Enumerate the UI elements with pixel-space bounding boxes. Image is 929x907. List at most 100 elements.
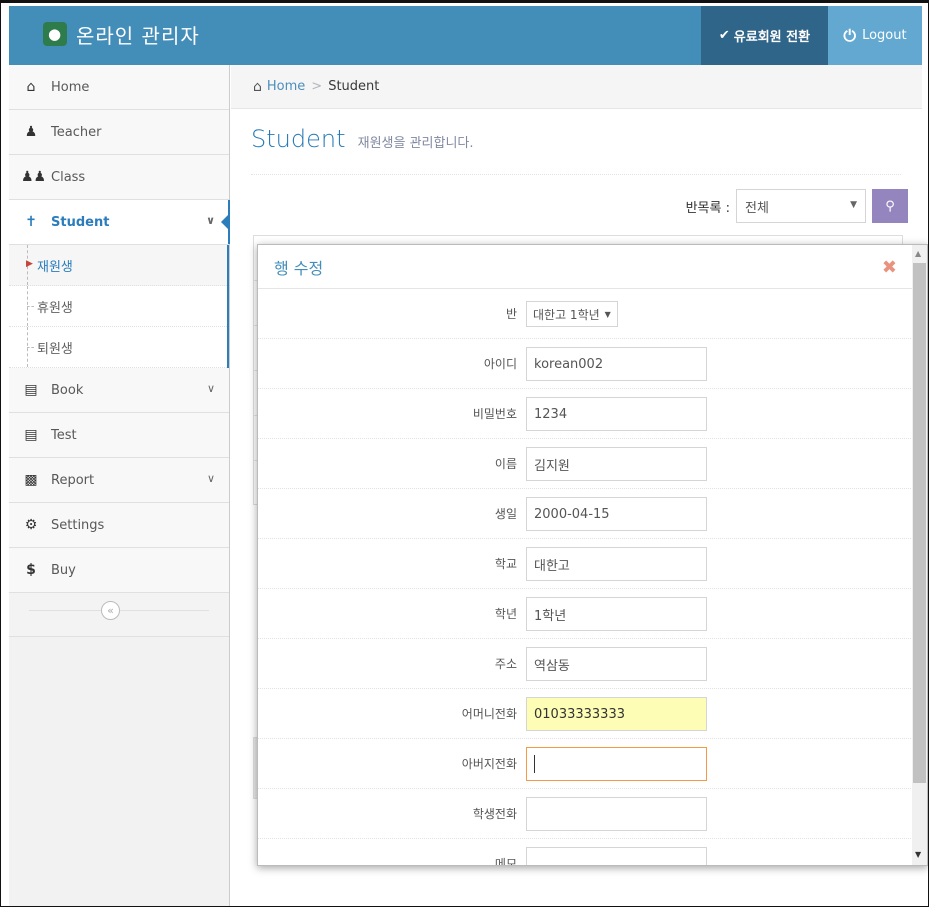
sidebar-item-class[interactable]: ♟♟ Class: [9, 155, 229, 200]
chevron-down-icon: ∨: [206, 214, 215, 227]
sidebar-item-report[interactable]: ▩ Report ∨: [9, 458, 229, 503]
form-row-password: 비밀번호 1234: [258, 389, 927, 439]
memo-input[interactable]: [526, 847, 707, 865]
sidebar-item-settings[interactable]: ⚙ Settings: [9, 503, 229, 548]
form-row-name: 이름 김지원: [258, 439, 927, 489]
active-pointer: [221, 213, 230, 231]
users-icon: ♟♟: [21, 169, 47, 185]
breadcrumb: ⌂ Home > Student: [231, 65, 922, 109]
sidebar-item-book[interactable]: ▤ Book ∨: [9, 368, 229, 413]
home-icon: ⌂: [253, 78, 262, 95]
dialog-title: 행 수정: [274, 258, 324, 278]
scroll-down-arrow-icon[interactable]: ▼: [915, 850, 921, 859]
scroll-thumb[interactable]: [913, 263, 926, 783]
student-submenu: ▶ 재원생 휴원생 퇴원생: [9, 245, 229, 368]
submenu-item-on-leave[interactable]: 휴원생: [9, 286, 227, 327]
sidebar-item-label: Home: [51, 79, 90, 95]
power-icon: ⏻: [843, 25, 857, 45]
class-select[interactable]: 대한고 1학년 ▼: [526, 301, 618, 327]
search-button[interactable]: ⚲: [872, 189, 908, 223]
password-input[interactable]: 1234: [526, 397, 707, 431]
brand-title: 온라인 관리자: [76, 23, 200, 48]
double-chevron-left-icon[interactable]: «: [101, 601, 120, 620]
edit-row-dialog: 행 수정 ✖ 반 대한고 1학년 ▼ 아이디 korean002 비밀번호 12…: [257, 244, 928, 866]
brand[interactable]: ● 온라인 관리자: [43, 19, 200, 49]
scroll-up-arrow-icon[interactable]: ▲: [915, 249, 921, 258]
sidebar: ⌂ Home ♟ Teacher ♟♟ Class ✝ Student ∨ ▶ …: [9, 65, 230, 906]
address-input[interactable]: 역삼동: [526, 647, 707, 681]
submenu-item-label: 휴원생: [37, 300, 73, 316]
filter-label: 반목록 :: [685, 200, 730, 216]
class-filter: 반목록 : 전체 ▼ ⚲: [686, 189, 908, 223]
logout-button[interactable]: ⏻ Logout: [828, 6, 922, 65]
breadcrumb-home-link[interactable]: Home: [267, 79, 305, 94]
page-subtitle: 재원생을 관리합니다.: [357, 136, 474, 151]
dialog-header: 행 수정 ✖: [258, 245, 927, 289]
sidebar-item-label: Buy: [51, 562, 76, 578]
submenu-item-label: 재원생: [37, 259, 73, 275]
sidebar-item-buy[interactable]: $ Buy: [9, 548, 229, 593]
upgrade-button[interactable]: ✔ 유료회원 전환: [701, 6, 828, 65]
form-row-memo: 메모: [258, 839, 927, 866]
dropdown-arrow-icon: ▼: [850, 200, 857, 210]
user-icon: ♟: [24, 124, 38, 140]
school-input[interactable]: 대한고: [526, 547, 707, 581]
bar-chart-icon: ▩: [24, 472, 38, 488]
field-label: 아이디: [483, 357, 517, 371]
form-row-mother-phone: 어머니전화 01033333333: [258, 689, 927, 739]
sidebar-item-label: Settings: [51, 517, 105, 533]
form-row-school: 학교 대한고: [258, 539, 927, 589]
form-row-grade: 학년 1학년: [258, 589, 927, 639]
logout-label: Logout: [862, 28, 907, 43]
id-input[interactable]: korean002: [526, 347, 707, 381]
class-select-value: 대한고 1학년: [533, 307, 600, 322]
page-header: Student 재원생을 관리합니다.: [251, 125, 901, 175]
sidebar-item-test[interactable]: ▤ Test: [9, 413, 229, 458]
submenu-item-enrolled[interactable]: ▶ 재원생: [9, 245, 227, 286]
form-row-id: 아이디 korean002: [258, 339, 927, 389]
book-icon: ▤: [24, 382, 38, 398]
field-label: 학교: [494, 557, 517, 571]
chevron-down-icon: ∨: [206, 382, 215, 395]
name-input[interactable]: 김지원: [526, 447, 707, 481]
submenu-item-withdrawn[interactable]: 퇴원생: [9, 327, 227, 368]
breadcrumb-separator: >: [311, 79, 323, 94]
field-label: 학생전화: [472, 807, 517, 821]
filter-selected-value: 전체: [745, 200, 769, 216]
breadcrumb-current: Student: [328, 79, 380, 94]
class-filter-select[interactable]: 전체 ▼: [736, 189, 866, 223]
field-label: 생일: [494, 507, 517, 521]
mother-phone-input[interactable]: 01033333333: [526, 697, 707, 731]
birthday-input[interactable]: 2000-04-15: [526, 497, 707, 531]
sidebar-item-label: Report: [51, 472, 95, 488]
grade-input[interactable]: 1학년: [526, 597, 707, 631]
sidebar-item-label: Class: [51, 169, 86, 185]
check-icon: ✔: [718, 28, 730, 43]
sidebar-item-teacher[interactable]: ♟ Teacher: [9, 110, 229, 155]
search-icon: ⚲: [885, 198, 895, 214]
close-icon[interactable]: ✖: [882, 257, 897, 278]
dollar-icon: $: [26, 562, 36, 578]
cog-icon: ⚙: [24, 517, 38, 533]
student-phone-input[interactable]: [526, 797, 707, 831]
sidebar-item-home[interactable]: ⌂ Home: [9, 65, 229, 110]
sidebar-item-label: Student: [51, 214, 110, 230]
field-label: 학년: [494, 607, 517, 621]
field-label: 비밀번호: [472, 407, 517, 421]
home-icon: ⌂: [26, 79, 36, 95]
sidebar-item-label: Teacher: [51, 124, 102, 140]
form-row-birthday: 생일 2000-04-15: [258, 489, 927, 539]
field-label: 메모: [494, 857, 517, 866]
dialog-scrollbar[interactable]: ▲ ▼: [912, 245, 927, 865]
father-phone-input[interactable]: [526, 747, 707, 781]
submenu-item-label: 퇴원생: [37, 341, 73, 357]
list-icon: ▤: [24, 427, 38, 443]
sidebar-item-student[interactable]: ✝ Student ∨: [9, 200, 230, 245]
chevron-down-icon: ∨: [206, 472, 215, 485]
field-label: 아버지전화: [461, 757, 517, 771]
field-label: 주소: [494, 657, 517, 671]
caret-right-icon: ▶: [26, 259, 33, 269]
upgrade-label: 유료회원 전환: [733, 30, 811, 45]
brand-logo-icon: ●: [43, 22, 67, 46]
page-title: Student: [251, 125, 346, 153]
